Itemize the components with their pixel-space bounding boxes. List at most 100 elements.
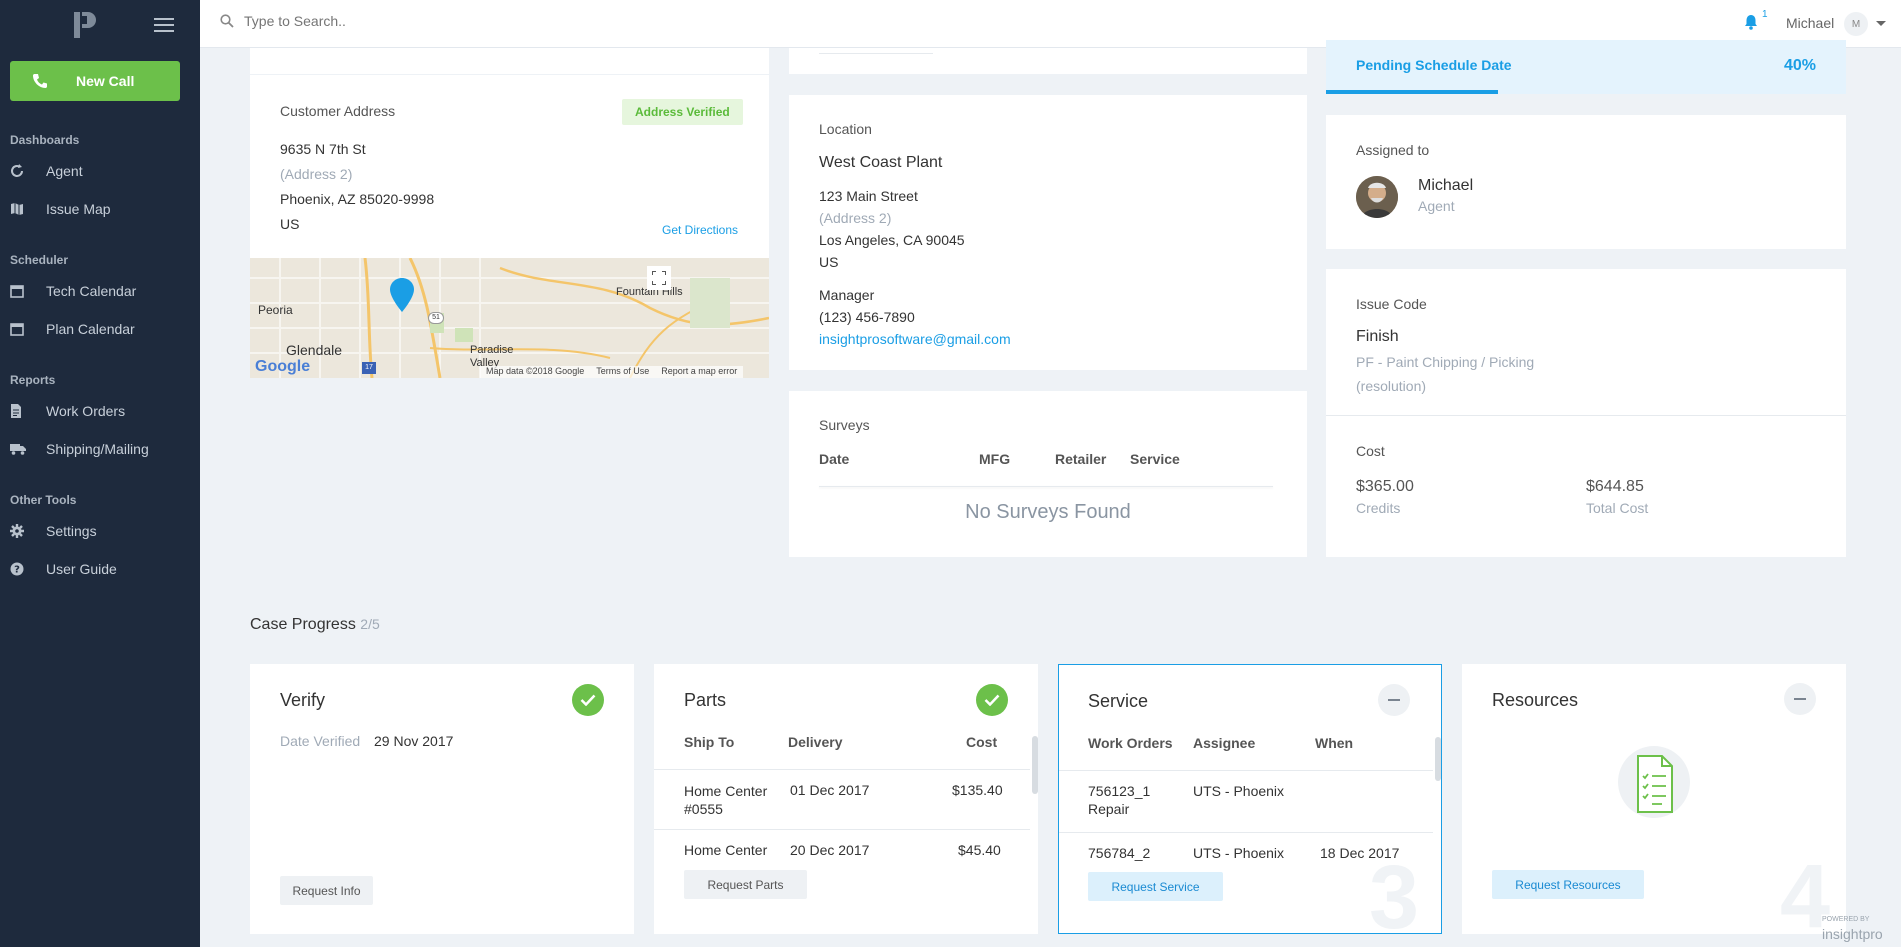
manager-phone: (123) 456-7890: [819, 309, 915, 325]
insightpro-logo: insightpro: [1822, 926, 1883, 942]
location-line1: 123 Main Street: [819, 188, 918, 204]
user-name[interactable]: Michael: [1786, 15, 1834, 31]
assigned-title: Assigned to: [1356, 142, 1430, 158]
parts-col-cost: Cost: [966, 734, 998, 750]
new-call-button[interactable]: New Call: [10, 61, 180, 101]
map-pin-icon[interactable]: [390, 278, 414, 312]
map-terms-link[interactable]: Terms of Use: [596, 366, 649, 378]
parts-col-delivery: Delivery: [788, 734, 843, 750]
surveys-col-mfg: MFG: [979, 451, 1011, 467]
sidebar-item-settings[interactable]: Settings: [10, 519, 97, 543]
status-progress: Pending Schedule Date 40%: [1326, 40, 1846, 94]
menu-toggle-icon[interactable]: [154, 18, 174, 32]
new-call-label: New Call: [76, 73, 135, 89]
help-icon: ?: [10, 562, 46, 576]
case-progress-label: Case Progress: [250, 616, 356, 633]
surveys-title: Surveys: [819, 417, 870, 433]
table-row-delivery: 01 Dec 2017: [790, 782, 870, 798]
bell-icon[interactable]: [1744, 14, 1758, 30]
table-row-assignee: UTS - Phoenix: [1193, 783, 1285, 799]
sidebar-item-user-guide[interactable]: ? User Guide: [10, 557, 117, 581]
avatar[interactable]: M: [1844, 12, 1868, 36]
section-reports: Reports: [10, 373, 56, 387]
collapse-icon[interactable]: [1784, 683, 1816, 715]
calendar-icon: [10, 322, 46, 336]
map-attribution: Map data ©2018 Google: [486, 366, 585, 376]
sidebar-item-agent[interactable]: Agent: [10, 159, 83, 183]
search-icon: [220, 14, 234, 28]
customer-address-line2: (Address 2): [280, 166, 353, 182]
service-col-assignee: Assignee: [1193, 735, 1256, 751]
sidebar: New Call Dashboards Agent Issue Map Sche…: [0, 0, 200, 947]
collapse-icon[interactable]: [1378, 684, 1410, 716]
manager-label: Manager: [819, 287, 875, 303]
verify-title: Verify: [280, 690, 326, 710]
route-shield: 17: [362, 362, 376, 374]
resources-card: 4 Resources Request Resources: [1462, 664, 1846, 934]
customer-address-line1: 9635 N 7th St: [280, 141, 366, 157]
table-row-work-order: 756123_1: [1088, 783, 1151, 799]
date-verified-value: 29 Nov 2017: [374, 733, 454, 749]
sidebar-item-issue-map[interactable]: Issue Map: [10, 197, 111, 221]
sidebar-item-work-orders[interactable]: Work Orders: [10, 399, 125, 423]
section-scheduler: Scheduler: [10, 253, 69, 267]
avatar: [1356, 176, 1398, 218]
service-col-when: When: [1315, 735, 1354, 751]
sidebar-item-label: Work Orders: [46, 403, 126, 419]
sidebar-item-plan-calendar[interactable]: Plan Calendar: [10, 317, 135, 341]
table-row-delivery: 20 Dec 2017: [790, 842, 870, 858]
status-label: Pending Schedule Date: [1356, 57, 1512, 73]
location-name: West Coast Plant: [819, 154, 943, 171]
map-label: Peoria: [258, 303, 293, 317]
issue-code-desc: PF - Paint Chipping / Picking: [1356, 354, 1535, 370]
refresh-icon: [10, 164, 46, 178]
parts-scrollbar[interactable]: [1032, 736, 1038, 794]
route-shield: 51: [428, 312, 444, 324]
manager-email-link[interactable]: insightprosoftware@gmail.com: [819, 331, 1011, 347]
progress-bar-fill: [1326, 90, 1498, 94]
table-row-assignee: UTS - Phoenix: [1193, 845, 1285, 861]
table-row-cost: $45.40: [958, 842, 1001, 858]
section-other-tools: Other Tools: [10, 493, 77, 507]
service-title: Service: [1088, 691, 1149, 711]
parts-title: Parts: [684, 690, 727, 710]
table-row-cost: $135.40: [952, 782, 1003, 798]
app-logo[interactable]: [74, 12, 98, 38]
credits-label: Credits: [1356, 500, 1401, 516]
search-input[interactable]: [244, 13, 544, 29]
location-city-line: Los Angeles, CA 90045: [819, 232, 965, 248]
service-scrollbar[interactable]: [1435, 737, 1441, 781]
issue-code-title: Issue Code: [1356, 296, 1427, 312]
table-row-ship-to: Home Center: [684, 842, 768, 858]
sidebar-item-label: Settings: [46, 523, 97, 539]
section-dashboards: Dashboards: [10, 133, 80, 147]
surveys-card: Surveys Date MFG Retailer Service No Sur…: [789, 391, 1307, 557]
surveys-empty-message: No Surveys Found: [965, 501, 1131, 523]
svg-text:?: ?: [14, 565, 20, 576]
request-resources-button[interactable]: Request Resources: [1492, 870, 1644, 899]
sidebar-item-tech-calendar[interactable]: Tech Calendar: [10, 279, 136, 303]
case-progress-title: Case Progress 2/5: [250, 616, 380, 634]
get-directions-link[interactable]: Get Directions: [662, 223, 738, 237]
truck-icon: [10, 443, 46, 455]
request-parts-button[interactable]: Request Parts: [684, 870, 807, 899]
request-info-button[interactable]: Request Info: [280, 876, 373, 905]
fullscreen-icon[interactable]: [647, 266, 671, 290]
map-footer: Map data ©2018 Google Terms of Use Repor…: [480, 366, 744, 378]
verify-card: Verify Date Verified 29 Nov 2017 Request…: [250, 664, 634, 934]
chevron-down-icon[interactable]: [1876, 21, 1886, 26]
parts-card: Parts Ship To Delivery Cost Home Center …: [654, 664, 1038, 934]
gear-icon: [10, 524, 46, 538]
sidebar-item-label: User Guide: [46, 561, 117, 577]
map-report-link[interactable]: Report a map error: [661, 366, 737, 378]
sidebar-item-shipping[interactable]: Shipping/Mailing: [10, 437, 149, 461]
surveys-col-date: Date: [819, 451, 850, 467]
notification-count: 1: [1762, 9, 1768, 20]
customer-country: US: [280, 216, 300, 232]
map-view[interactable]: Peoria Glendale Fountain Hills Paradise …: [250, 258, 769, 378]
request-service-button[interactable]: Request Service: [1088, 872, 1223, 901]
location-card: Location West Coast Plant 123 Main Stree…: [789, 95, 1307, 370]
status-percent: 40%: [1783, 57, 1816, 74]
sidebar-item-label: Agent: [46, 163, 83, 179]
parts-col-ship-to: Ship To: [684, 734, 735, 750]
